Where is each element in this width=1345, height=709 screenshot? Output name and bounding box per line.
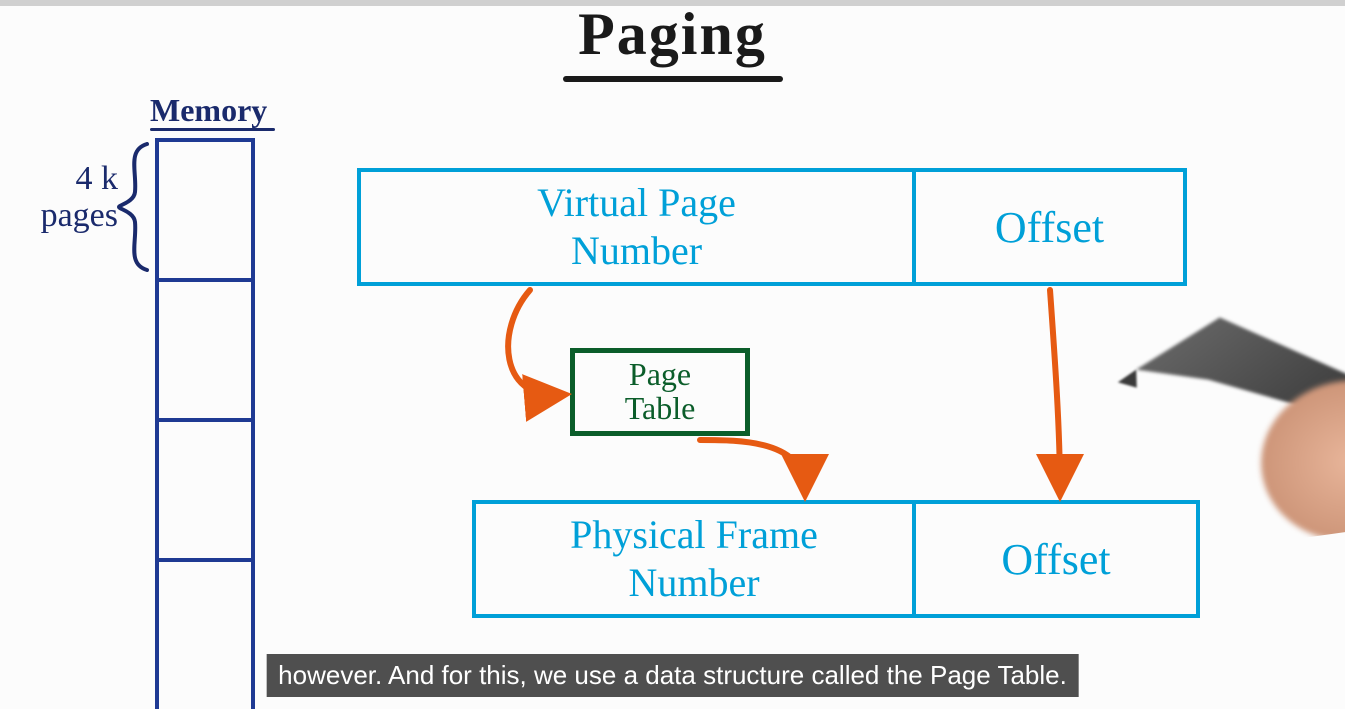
virtual-offset-label: Offset [995, 202, 1104, 253]
video-caption: however. And for this, we use a data str… [266, 654, 1079, 697]
page-size-text: 4 k pages [41, 160, 118, 235]
memory-page-cell [159, 422, 251, 562]
memory-page-cell [159, 282, 251, 422]
virtual-page-number-cell: Virtual Page Number [361, 172, 916, 282]
virtual-page-number-label: Virtual Page Number [537, 179, 736, 275]
page-size-label: 4 k pages [18, 160, 118, 235]
title-underline [563, 76, 783, 82]
arrow-vpn-to-pagetable [508, 290, 560, 395]
diagram-title: Paging [578, 0, 767, 69]
memory-page-cell [159, 142, 251, 282]
arrow-offset-to-offset [1050, 290, 1060, 490]
virtual-offset-cell: Offset [916, 172, 1183, 282]
physical-offset-label: Offset [1001, 534, 1110, 585]
arrow-pagetable-to-pfn [700, 440, 805, 490]
caption-text: however. And for this, we use a data str… [278, 660, 1067, 690]
memory-page-cell [159, 562, 251, 709]
physical-offset-cell: Offset [916, 504, 1196, 614]
page-table-label: Page Table [625, 358, 696, 425]
physical-frame-number-cell: Physical Frame Number [476, 504, 916, 614]
physical-address-box: Physical Frame Number Offset [472, 500, 1200, 618]
page-table-box: Page Table [570, 348, 750, 436]
memory-column [155, 138, 255, 709]
curly-brace-icon [115, 142, 155, 272]
memory-label: Memory [150, 92, 267, 129]
virtual-address-box: Virtual Page Number Offset [357, 168, 1187, 286]
physical-frame-number-label: Physical Frame Number [570, 511, 818, 607]
